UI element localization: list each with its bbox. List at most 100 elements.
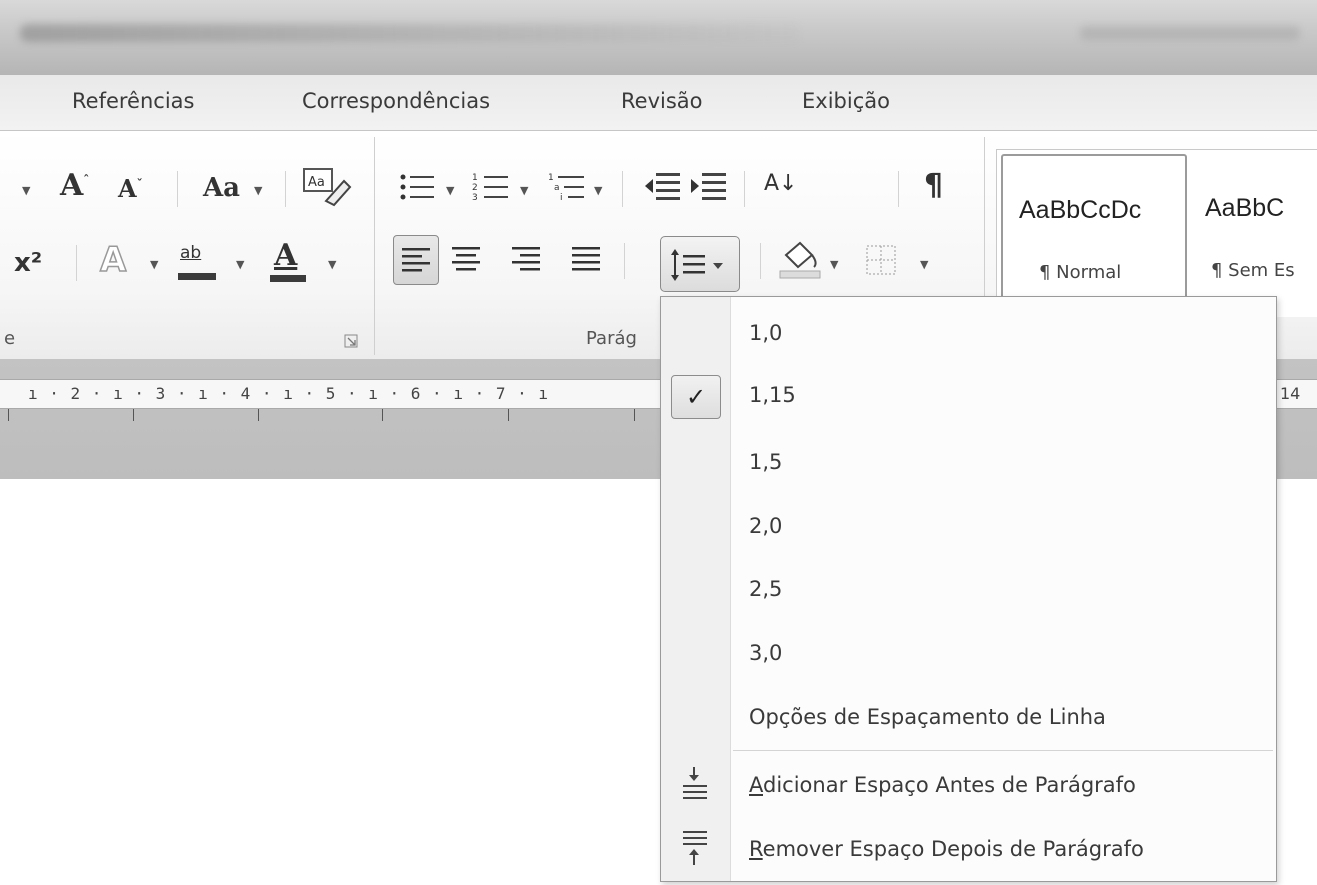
line-spacing-icon: [671, 249, 723, 281]
ruler-tick: [382, 409, 383, 421]
show-formatting-marks-icon[interactable]: ¶: [924, 171, 943, 201]
clear-formatting-icon[interactable]: Aa: [300, 165, 352, 207]
style-name: ¶ Normal: [1039, 262, 1122, 283]
font-dialog-launcher-icon[interactable]: [344, 334, 358, 348]
window-controls-blurred: [1080, 26, 1300, 40]
ruler-tick: [508, 409, 509, 421]
menu-item-label: 2,5: [749, 577, 783, 601]
menu-item-line-spacing-options[interactable]: Opções de Espaçamento de Linha: [661, 687, 1276, 747]
svg-text:1: 1: [548, 173, 554, 183]
borders-icon[interactable]: [866, 245, 898, 277]
menu-item-spacing-2-0[interactable]: 2,0: [661, 496, 1276, 556]
svg-text:a: a: [554, 183, 560, 193]
line-spacing-button[interactable]: [660, 236, 740, 292]
accelerator-key: A: [749, 773, 763, 797]
style-sample: AaBbCcDc: [1019, 196, 1142, 224]
borders-dropdown-arrow[interactable]: ▼: [920, 258, 928, 271]
align-right-icon[interactable]: [512, 245, 542, 275]
style-no-spacing[interactable]: AaBbC ¶ Sem Es: [1193, 154, 1317, 314]
highlight-icon[interactable]: ab: [176, 243, 218, 283]
align-left-button[interactable]: [393, 235, 439, 285]
ruler-numbers: ı · 2 · ı · 3 · ı · 4 · ı · 5 · ı · 6 · …: [28, 384, 550, 403]
font-color-bar: [270, 275, 306, 282]
style-sample: AaBbC: [1205, 194, 1285, 222]
menu-item-label: 3,0: [749, 641, 783, 665]
svg-text:2: 2: [472, 183, 478, 193]
menu-item-text: emover Espaço Depois de Parágrafo: [762, 837, 1144, 861]
separator: [744, 171, 745, 207]
numbering-dropdown-arrow[interactable]: ▼: [520, 184, 528, 197]
separator: [622, 171, 623, 207]
shading-icon[interactable]: [778, 239, 822, 281]
svg-text:i: i: [560, 193, 563, 203]
menu-item-label: Remover Espaço Depois de Parágrafo: [749, 837, 1144, 861]
numbering-icon[interactable]: 1 2 3: [472, 171, 512, 203]
title-bar: [0, 0, 1317, 75]
menu-item-spacing-1-15[interactable]: ✓ 1,15: [661, 365, 1276, 425]
align-left-icon: [402, 248, 430, 272]
menu-item-label: Adicionar Espaço Antes de Parágrafo: [749, 773, 1136, 797]
grow-font-icon[interactable]: Aˆ: [60, 171, 89, 201]
font-size-dropdown-arrow[interactable]: ▼: [22, 184, 30, 197]
shrink-font-icon[interactable]: Aˇ: [118, 177, 143, 201]
highlight-color-bar: [178, 273, 216, 280]
remove-space-after-icon: [683, 831, 707, 865]
style-name: ¶ Sem Es: [1211, 260, 1295, 281]
tab-revisao[interactable]: Revisão: [621, 89, 703, 113]
separator: [285, 171, 286, 207]
menu-item-spacing-2-5[interactable]: 2,5: [661, 559, 1276, 619]
text-effects-dropdown-arrow[interactable]: ▼: [150, 258, 158, 271]
change-case-dropdown-arrow[interactable]: ▼: [254, 184, 262, 197]
increase-indent-icon[interactable]: [688, 169, 728, 205]
paragraph-group-label: Parág: [586, 328, 637, 349]
bullets-dropdown-arrow[interactable]: ▼: [446, 184, 454, 197]
separator: [76, 245, 77, 281]
menu-item-label: Opções de Espaçamento de Linha: [749, 705, 1106, 729]
separator: [624, 243, 625, 279]
window-title-blurred: [20, 24, 800, 42]
sort-icon[interactable]: A↓: [764, 173, 797, 195]
tab-referencias[interactable]: Referências: [72, 89, 194, 113]
bullets-icon[interactable]: [398, 171, 438, 203]
style-normal[interactable]: AaBbCcDc ¶ Normal: [1001, 154, 1187, 314]
separator: [760, 243, 761, 279]
superscript-icon[interactable]: x²: [14, 250, 42, 276]
text-effects-icon[interactable]: A: [99, 242, 127, 278]
decrease-indent-icon[interactable]: [642, 169, 682, 205]
menu-item-text: dicionar Espaço Antes de Parágrafo: [763, 773, 1136, 797]
menu-separator: [733, 750, 1273, 751]
font-color-dropdown-arrow[interactable]: ▼: [328, 258, 336, 271]
group-separator: [374, 137, 375, 355]
shading-dropdown-arrow[interactable]: ▼: [830, 258, 838, 271]
svg-text:1: 1: [472, 173, 478, 183]
line-spacing-menu: 1,0 ✓ 1,15 1,5 2,0 2,5 3,0 Opções de Esp…: [660, 296, 1277, 882]
ruler-tick: [8, 409, 9, 421]
accelerator-key: R: [749, 837, 763, 861]
menu-item-label: 1,0: [749, 321, 783, 345]
align-center-icon[interactable]: [452, 245, 482, 275]
menu-item-label: 1,5: [749, 450, 783, 474]
menu-item-spacing-1-5[interactable]: 1,5: [661, 432, 1276, 492]
menu-item-remove-space-after[interactable]: Remover Espaço Depois de Parágrafo: [661, 819, 1276, 879]
separator: [177, 171, 178, 207]
tab-exibicao[interactable]: Exibição: [802, 89, 890, 113]
menu-item-spacing-3-0[interactable]: 3,0: [661, 623, 1276, 683]
ruler-tick: [258, 409, 259, 421]
add-space-before-icon: [683, 767, 707, 799]
justify-icon[interactable]: [572, 245, 602, 275]
separator: [898, 171, 899, 207]
menu-item-label: 2,0: [749, 514, 783, 538]
font-group-label: e: [4, 328, 16, 349]
multilevel-list-dropdown-arrow[interactable]: ▼: [594, 184, 602, 197]
menu-item-spacing-1-0[interactable]: 1,0: [661, 303, 1276, 363]
styles-gallery: AaBbCcDc ¶ Normal AaBbC ¶ Sem Es: [996, 149, 1317, 317]
menu-item-add-space-before[interactable]: Adicionar Espaço Antes de Parágrafo: [661, 755, 1276, 815]
multilevel-list-icon[interactable]: 1 a i: [548, 171, 588, 203]
checkmark-icon: ✓: [671, 375, 721, 419]
tab-correspondencias[interactable]: Correspondências: [302, 89, 490, 113]
highlight-dropdown-arrow[interactable]: ▼: [236, 258, 244, 271]
font-color-icon[interactable]: A: [268, 239, 308, 285]
ruler-end-number: 14: [1280, 384, 1301, 403]
menu-item-label: 1,15: [749, 383, 796, 407]
change-case-icon[interactable]: Aa: [203, 175, 240, 201]
